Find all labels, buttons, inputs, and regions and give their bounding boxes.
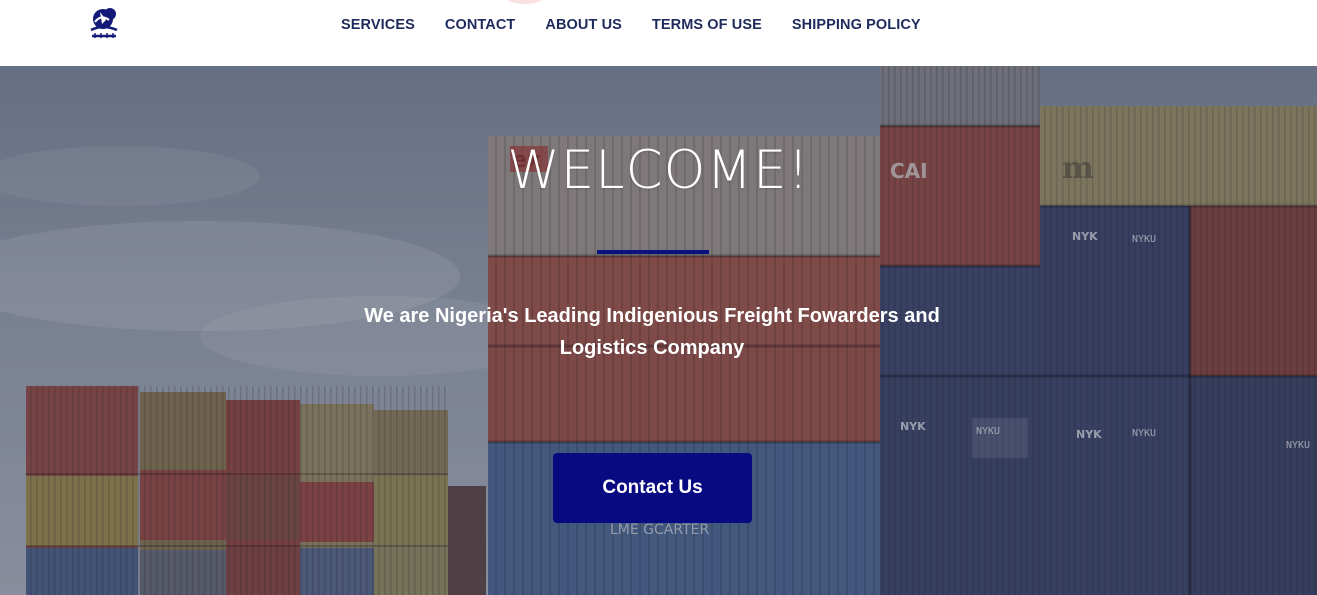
hero-title: WELCOME!: [507, 140, 810, 201]
nav-terms-of-use[interactable]: TERMS OF USE: [652, 17, 762, 33]
nav-about-us[interactable]: ABOUT US: [545, 17, 622, 33]
logo-icon: [90, 8, 118, 38]
nav-contact[interactable]: CONTACT: [445, 17, 516, 33]
contact-us-button[interactable]: Contact Us: [553, 453, 752, 523]
site-header: SERVICES CONTACT ABOUT US TERMS OF USE S…: [0, 0, 1317, 66]
nav-services[interactable]: SERVICES: [341, 17, 415, 33]
nav-shipping-policy[interactable]: SHIPPING POLICY: [792, 17, 921, 33]
hero-tagline: We are Nigeria's Leading Indigenious Fre…: [364, 305, 940, 359]
company-logo[interactable]: [86, 6, 124, 42]
hero-section: ex LME GCARTER CAI NYK NYKU m NYK NYKU N…: [0, 66, 1317, 595]
title-divider: [597, 250, 709, 254]
hero-content: WELCOME! We are Nigeria's Leading Indige…: [0, 66, 1317, 595]
main-nav: SERVICES CONTACT ABOUT US TERMS OF USE S…: [341, 0, 921, 50]
